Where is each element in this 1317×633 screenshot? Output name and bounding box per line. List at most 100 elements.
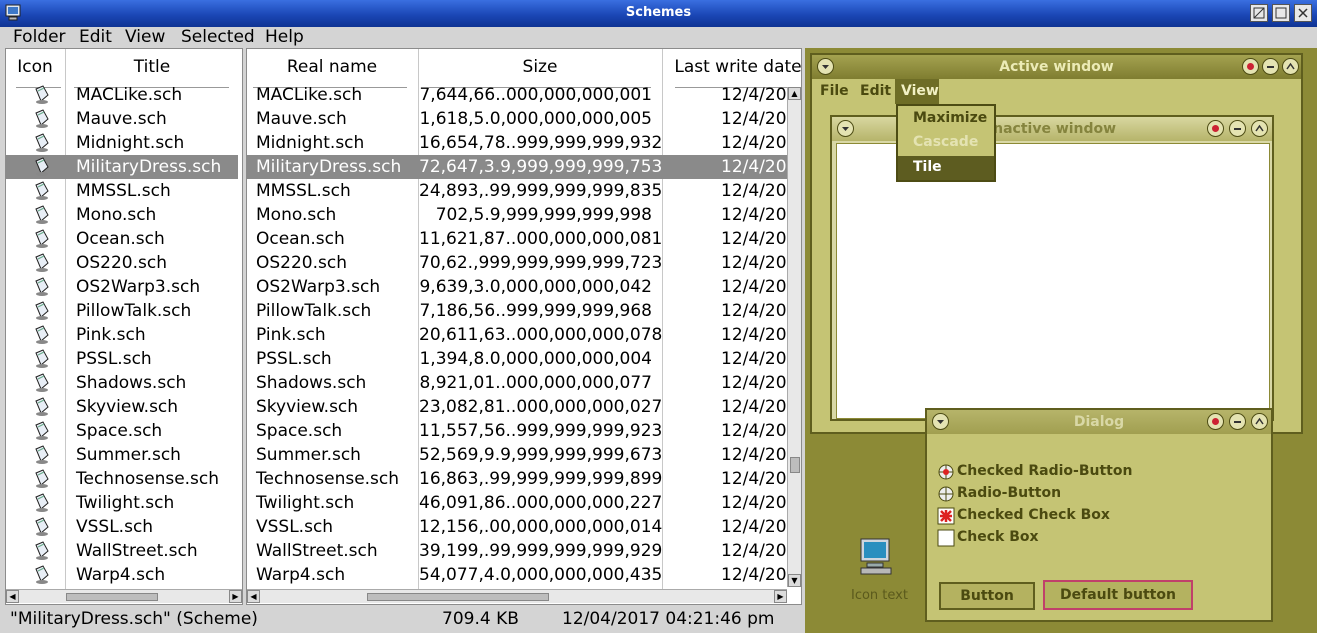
table-row[interactable]: Warp4.sch xyxy=(6,563,238,587)
table-row[interactable]: Ocean.sch 11,621,87..000,000,000,081 12/4/… xyxy=(247,227,797,251)
table-row[interactable]: OS220.sch xyxy=(6,251,238,275)
radio-icon[interactable] xyxy=(937,485,955,503)
table-row[interactable]: MMSSL.sch xyxy=(6,179,238,203)
status-file-name: "MilitaryDress.sch" (Scheme) xyxy=(10,609,258,629)
window-title: Schemes xyxy=(625,5,692,20)
column-header-icon[interactable]: Icon xyxy=(6,49,64,85)
minimize-icon[interactable] xyxy=(1262,58,1279,75)
dropdown-cascade[interactable]: Cascade xyxy=(913,134,978,150)
table-row[interactable]: OS220.sch 70,62.,999,999,999,999,723 12/4/… xyxy=(247,251,797,275)
right-horizontal-scrollbar[interactable]: ◀ ▶ xyxy=(247,589,787,603)
file-date: 12/4/201 xyxy=(721,229,798,249)
file-size: 11,557,56..999,999,999,923 xyxy=(419,421,663,441)
table-row[interactable]: OS2Warp3.sch 9,639,3.0,000,000,000,042 12/… xyxy=(247,275,797,299)
menu-view[interactable]: View xyxy=(125,27,165,47)
checked-radio-icon[interactable] xyxy=(937,463,955,481)
checkbox-icon[interactable] xyxy=(937,529,955,547)
table-row[interactable]: Twilight.sch 46,091,86..000,000,000,227 12… xyxy=(247,491,797,515)
table-row[interactable]: Shadows.sch xyxy=(6,371,238,395)
menu-selected[interactable]: Selected xyxy=(181,27,255,47)
table-row[interactable]: Shadows.sch 8,921,01..000,000,000,077 12/4… xyxy=(247,371,797,395)
table-row[interactable]: Space.sch xyxy=(6,419,238,443)
file-title: VSSL.sch xyxy=(76,517,154,537)
file-real-name: Mauve.sch xyxy=(256,109,347,129)
file-size: 23,082,81..000,000,000,027 xyxy=(419,397,663,417)
table-row[interactable]: Space.sch 11,557,56..999,999,999,923 12/4/… xyxy=(247,419,797,443)
checked-checkbox-icon[interactable] xyxy=(937,507,955,525)
right-vertical-scrollbar[interactable]: ▲ ▼ xyxy=(787,87,801,587)
maximize-button[interactable] xyxy=(1272,4,1290,22)
table-row[interactable]: Midnight.sch xyxy=(6,131,238,155)
file-title: MilitaryDress.sch xyxy=(76,157,222,177)
preview-default-button[interactable]: Default button xyxy=(1043,580,1193,610)
table-row[interactable]: Mauve.sch xyxy=(6,107,238,131)
file-title: OS2Warp3.sch xyxy=(76,277,201,297)
table-row[interactable]: Warp4.sch 54,077,4.0,000,000,000,435 12/4/… xyxy=(247,563,797,587)
table-row[interactable]: MilitaryDress.sch 72,647,3.9,999,999,999,… xyxy=(247,155,797,179)
dialog-maximize-icon[interactable] xyxy=(1251,413,1268,430)
window-menu-icon[interactable] xyxy=(817,58,834,75)
left-horizontal-scrollbar[interactable]: ◀ ▶ xyxy=(6,589,242,603)
inactive-maximize-icon[interactable] xyxy=(1251,120,1268,137)
table-row[interactable]: VSSL.sch 12,156,.00,000,000,000,014 12/4/2… xyxy=(247,515,797,539)
inactive-window-menu-icon[interactable] xyxy=(837,120,854,137)
preview-menu-edit[interactable]: Edit xyxy=(860,83,891,99)
table-row[interactable]: Ocean.sch xyxy=(6,227,238,251)
inactive-minimize-icon[interactable] xyxy=(1229,120,1246,137)
preview-menu-view[interactable]: View xyxy=(901,83,939,99)
table-row[interactable]: PSSL.sch 1,394,8.0,000,000,000,004 12/4/20… xyxy=(247,347,797,371)
table-row[interactable]: Technosense.sch xyxy=(6,467,238,491)
table-row[interactable]: Pink.sch xyxy=(6,323,238,347)
table-row[interactable]: Mauve.sch 1,618,5.0,000,000,000,005 12/4/2… xyxy=(247,107,797,131)
inactive-close-icon[interactable] xyxy=(1207,120,1224,137)
close-icon[interactable] xyxy=(1242,58,1259,75)
table-row[interactable]: PSSL.sch xyxy=(6,347,238,371)
table-row[interactable]: MACLike.sch xyxy=(6,83,238,107)
table-row[interactable]: MACLike.sch 7,644,66..000,000,000,001 12/4… xyxy=(247,83,797,107)
column-header-title[interactable]: Title xyxy=(66,49,238,85)
dropdown-maximize[interactable]: Maximize xyxy=(913,110,987,126)
table-row[interactable]: MilitaryDress.sch xyxy=(6,155,238,179)
file-size: 72,647,3.9,999,999,999,753 xyxy=(419,157,663,177)
menu-edit[interactable]: Edit xyxy=(79,27,112,47)
dialog-close-icon[interactable] xyxy=(1207,413,1224,430)
table-row[interactable]: Technosense.sch 16,863,.99,999,999,999,89… xyxy=(247,467,797,491)
restore-button[interactable] xyxy=(1250,4,1268,22)
maximize-icon[interactable] xyxy=(1282,58,1299,75)
table-row[interactable]: Skyview.sch 23,082,81..000,000,000,027 12/… xyxy=(247,395,797,419)
file-real-name: Technosense.sch xyxy=(256,469,400,489)
table-row[interactable]: MMSSL.sch 24,893,.99,999,999,999,835 12/4/… xyxy=(247,179,797,203)
menu-folder[interactable]: Folder xyxy=(13,27,66,47)
column-header-real-name[interactable]: Real name xyxy=(247,49,417,85)
table-row[interactable]: Skyview.sch xyxy=(6,395,238,419)
table-row[interactable]: Pink.sch 20,611,63..000,000,000,078 12/4/2… xyxy=(247,323,797,347)
dialog-menu-icon[interactable] xyxy=(932,413,949,430)
table-row[interactable]: Mono.sch 702,5.9,999,999,999,998 12/4/201 xyxy=(247,203,797,227)
dropdown-tile[interactable]: Tile xyxy=(913,159,942,175)
table-row[interactable]: Summer.sch 52,569,9.9,999,999,999,673 12/4… xyxy=(247,443,797,467)
file-size: 70,62.,999,999,999,999,723 xyxy=(419,253,663,273)
table-row[interactable]: OS2Warp3.sch xyxy=(6,275,238,299)
table-row[interactable]: WallStreet.sch xyxy=(6,539,238,563)
table-row[interactable]: Twilight.sch xyxy=(6,491,238,515)
table-row[interactable]: VSSL.sch xyxy=(6,515,238,539)
table-row[interactable]: Midnight.sch 16,654,78..999,999,999,932 12… xyxy=(247,131,797,155)
computer-icon[interactable] xyxy=(855,536,895,576)
column-header-size[interactable]: Size xyxy=(419,49,661,85)
close-button[interactable] xyxy=(1294,4,1312,22)
table-row[interactable]: PillowTalk.sch xyxy=(6,299,238,323)
file-real-name: MilitaryDress.sch xyxy=(256,157,402,177)
table-row[interactable]: WallStreet.sch 39,199,.99,999,999,999,929… xyxy=(247,539,797,563)
preview-menu-file[interactable]: File xyxy=(820,83,849,99)
table-row[interactable]: Summer.sch xyxy=(6,443,238,467)
status-bar: "MilitaryDress.sch" (Scheme) 709.4 KB 12… xyxy=(0,605,805,633)
dialog-minimize-icon[interactable] xyxy=(1229,413,1246,430)
menu-help[interactable]: Help xyxy=(265,27,304,47)
table-row[interactable]: PillowTalk.sch 7,186,56..999,999,999,968 1… xyxy=(247,299,797,323)
preview-button[interactable]: Button xyxy=(939,582,1035,610)
table-row[interactable]: Mono.sch xyxy=(6,203,238,227)
column-header-last-write-date[interactable]: Last write date xyxy=(663,49,801,85)
file-title: WallStreet.sch xyxy=(76,541,198,561)
file-title: PillowTalk.sch xyxy=(76,301,192,321)
file-title: Space.sch xyxy=(76,421,163,441)
